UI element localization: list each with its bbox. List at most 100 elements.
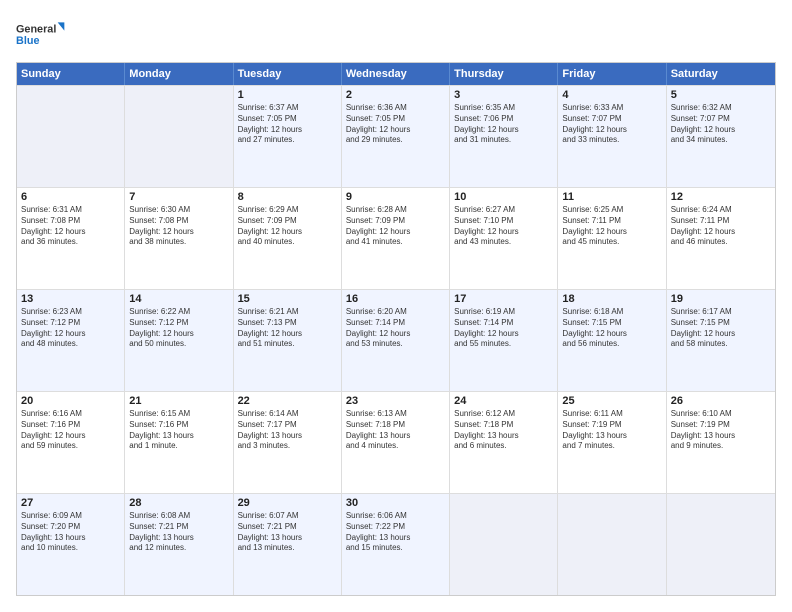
header-day-monday: Monday [125,63,233,85]
cell-info: Sunrise: 6:07 AM Sunset: 7:21 PM Dayligh… [238,511,337,554]
cell-info: Sunrise: 6:23 AM Sunset: 7:12 PM Dayligh… [21,307,120,350]
calendar-cell: 29 Sunrise: 6:07 AM Sunset: 7:21 PM Dayli… [234,494,342,595]
day-number: 24 [454,395,553,407]
calendar-cell: 9 Sunrise: 6:28 AM Sunset: 7:09 PM Daylig… [342,188,450,289]
day-number: 17 [454,293,553,305]
svg-text:General: General [16,23,56,35]
cell-info: Sunrise: 6:35 AM Sunset: 7:06 PM Dayligh… [454,103,553,146]
cell-info: Sunrise: 6:13 AM Sunset: 7:18 PM Dayligh… [346,409,445,452]
cell-info: Sunrise: 6:15 AM Sunset: 7:16 PM Dayligh… [129,409,228,452]
calendar-cell: 8 Sunrise: 6:29 AM Sunset: 7:09 PM Daylig… [234,188,342,289]
calendar-cell: 4 Sunrise: 6:33 AM Sunset: 7:07 PM Daylig… [558,86,666,187]
calendar-cell: 18Sunrise: 6:18 AM Sunset: 7:15 PM Dayli… [558,290,666,391]
calendar-header: SundayMondayTuesdayWednesdayThursdayFrid… [17,63,775,85]
day-number: 6 [21,191,120,203]
calendar-cell: 24Sunrise: 6:12 AM Sunset: 7:18 PM Dayli… [450,392,558,493]
header-day-sunday: Sunday [17,63,125,85]
day-number: 11 [562,191,661,203]
cell-info: Sunrise: 6:11 AM Sunset: 7:19 PM Dayligh… [562,409,661,452]
cell-info: Sunrise: 6:27 AM Sunset: 7:10 PM Dayligh… [454,205,553,248]
cell-info: Sunrise: 6:08 AM Sunset: 7:21 PM Dayligh… [129,511,228,554]
calendar-cell: 11 Sunrise: 6:25 AM Sunset: 7:11 PM Dayli… [558,188,666,289]
cell-info: Sunrise: 6:18 AM Sunset: 7:15 PM Dayligh… [562,307,661,350]
cell-info: Sunrise: 6:33 AM Sunset: 7:07 PM Dayligh… [562,103,661,146]
day-number: 25 [562,395,661,407]
day-number: 22 [238,395,337,407]
day-number: 16 [346,293,445,305]
calendar-cell: 22Sunrise: 6:14 AM Sunset: 7:17 PM Dayli… [234,392,342,493]
calendar-cell: 30 Sunrise: 6:06 AM Sunset: 7:22 PM Dayli… [342,494,450,595]
calendar-cell: 27 Sunrise: 6:09 AM Sunset: 7:20 PM Dayli… [17,494,125,595]
logo-svg: General Blue [16,16,66,52]
day-number: 4 [562,89,661,101]
day-number: 21 [129,395,228,407]
day-number: 13 [21,293,120,305]
calendar-cell: 10 Sunrise: 6:27 AM Sunset: 7:10 PM Dayli… [450,188,558,289]
calendar-cell: 15Sunrise: 6:21 AM Sunset: 7:13 PM Dayli… [234,290,342,391]
header-day-thursday: Thursday [450,63,558,85]
calendar-cell: 5Sunrise: 6:32 AM Sunset: 7:07 PM Daylig… [667,86,775,187]
calendar-cell: 20 Sunrise: 6:16 AM Sunset: 7:16 PM Dayli… [17,392,125,493]
cell-info: Sunrise: 6:21 AM Sunset: 7:13 PM Dayligh… [238,307,337,350]
calendar: SundayMondayTuesdayWednesdayThursdayFrid… [16,62,776,596]
day-number: 14 [129,293,228,305]
cell-info: Sunrise: 6:19 AM Sunset: 7:14 PM Dayligh… [454,307,553,350]
day-number: 30 [346,497,445,509]
calendar-row-0: 1 Sunrise: 6:37 AM Sunset: 7:05 PM Daylig… [17,85,775,187]
calendar-cell: 2Sunrise: 6:36 AM Sunset: 7:05 PM Daylig… [342,86,450,187]
cell-info: Sunrise: 6:09 AM Sunset: 7:20 PM Dayligh… [21,511,120,554]
calendar-row-2: 13 Sunrise: 6:23 AM Sunset: 7:12 PM Dayli… [17,289,775,391]
calendar-cell: 1 Sunrise: 6:37 AM Sunset: 7:05 PM Daylig… [234,86,342,187]
cell-info: Sunrise: 6:16 AM Sunset: 7:16 PM Dayligh… [21,409,120,452]
calendar-cell: 17 Sunrise: 6:19 AM Sunset: 7:14 PM Dayli… [450,290,558,391]
day-number: 10 [454,191,553,203]
calendar-cell: 23Sunrise: 6:13 AM Sunset: 7:18 PM Dayli… [342,392,450,493]
calendar-cell: 13 Sunrise: 6:23 AM Sunset: 7:12 PM Dayli… [17,290,125,391]
cell-info: Sunrise: 6:36 AM Sunset: 7:05 PM Dayligh… [346,103,445,146]
calendar-row-3: 20 Sunrise: 6:16 AM Sunset: 7:16 PM Dayli… [17,391,775,493]
header-day-tuesday: Tuesday [234,63,342,85]
header-day-wednesday: Wednesday [342,63,450,85]
calendar-cell: 12 Sunrise: 6:24 AM Sunset: 7:11 PM Dayli… [667,188,775,289]
cell-info: Sunrise: 6:28 AM Sunset: 7:09 PM Dayligh… [346,205,445,248]
day-number: 12 [671,191,771,203]
cell-info: Sunrise: 6:17 AM Sunset: 7:15 PM Dayligh… [671,307,771,350]
calendar-row-4: 27 Sunrise: 6:09 AM Sunset: 7:20 PM Dayli… [17,493,775,595]
calendar-cell [125,86,233,187]
day-number: 3 [454,89,553,101]
day-number: 19 [671,293,771,305]
cell-info: Sunrise: 6:31 AM Sunset: 7:08 PM Dayligh… [21,205,120,248]
day-number: 20 [21,395,120,407]
calendar-cell: 16 Sunrise: 6:20 AM Sunset: 7:14 PM Dayli… [342,290,450,391]
logo: General Blue [16,16,66,52]
calendar-cell: 19 Sunrise: 6:17 AM Sunset: 7:15 PM Dayli… [667,290,775,391]
calendar-cell [558,494,666,595]
calendar-row-1: 6 Sunrise: 6:31 AM Sunset: 7:08 PM Daylig… [17,187,775,289]
cell-info: Sunrise: 6:20 AM Sunset: 7:14 PM Dayligh… [346,307,445,350]
header-day-saturday: Saturday [667,63,775,85]
cell-info: Sunrise: 6:10 AM Sunset: 7:19 PM Dayligh… [671,409,771,452]
calendar-cell: 28Sunrise: 6:08 AM Sunset: 7:21 PM Dayli… [125,494,233,595]
day-number: 1 [238,89,337,101]
cell-info: Sunrise: 6:06 AM Sunset: 7:22 PM Dayligh… [346,511,445,554]
cell-info: Sunrise: 6:37 AM Sunset: 7:05 PM Dayligh… [238,103,337,146]
header: General Blue [16,16,776,52]
day-number: 7 [129,191,228,203]
calendar-cell: 26Sunrise: 6:10 AM Sunset: 7:19 PM Dayli… [667,392,775,493]
cell-info: Sunrise: 6:24 AM Sunset: 7:11 PM Dayligh… [671,205,771,248]
calendar-body: 1 Sunrise: 6:37 AM Sunset: 7:05 PM Daylig… [17,85,775,595]
day-number: 8 [238,191,337,203]
svg-text:Blue: Blue [16,35,39,47]
page: General Blue SundayMondayTuesdayWednesda… [0,0,792,612]
calendar-cell: 7 Sunrise: 6:30 AM Sunset: 7:08 PM Daylig… [125,188,233,289]
cell-info: Sunrise: 6:29 AM Sunset: 7:09 PM Dayligh… [238,205,337,248]
day-number: 9 [346,191,445,203]
calendar-cell [17,86,125,187]
day-number: 29 [238,497,337,509]
cell-info: Sunrise: 6:30 AM Sunset: 7:08 PM Dayligh… [129,205,228,248]
calendar-cell [667,494,775,595]
cell-info: Sunrise: 6:25 AM Sunset: 7:11 PM Dayligh… [562,205,661,248]
day-number: 27 [21,497,120,509]
calendar-cell: 3 Sunrise: 6:35 AM Sunset: 7:06 PM Daylig… [450,86,558,187]
calendar-cell: 6 Sunrise: 6:31 AM Sunset: 7:08 PM Daylig… [17,188,125,289]
